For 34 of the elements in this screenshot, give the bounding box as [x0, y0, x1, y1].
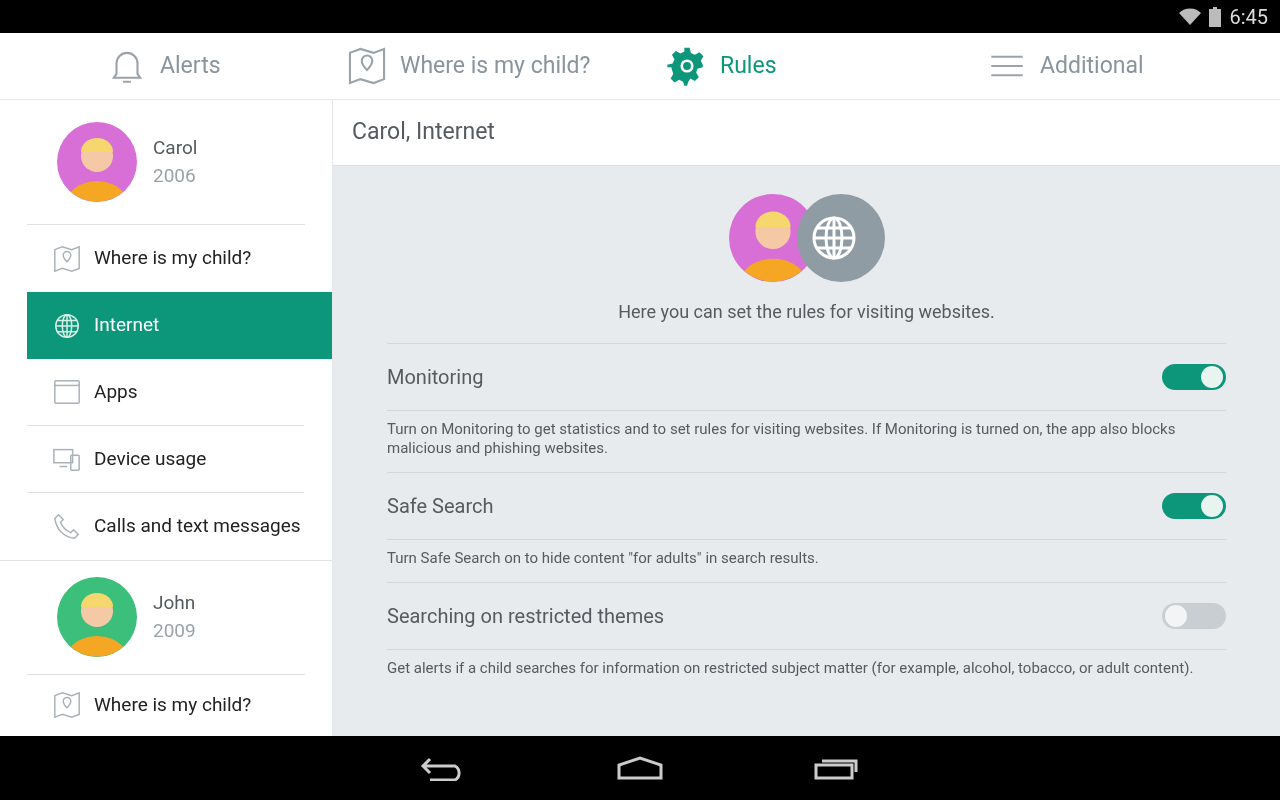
- toggle-switch[interactable]: [1162, 493, 1226, 519]
- battery-icon: [1209, 6, 1222, 27]
- setting-title: Searching on restricted themes: [387, 603, 665, 630]
- setting-description: Get alerts if a child searches for information on restricted subject matter (for example, alcohol, tobacco, or adult content).: [387, 658, 1195, 679]
- avatar-icon: [57, 122, 137, 202]
- avatar-icon: [57, 577, 137, 658]
- sidebar-item[interactable]: Device usage: [27, 426, 304, 493]
- sidebar-item[interactable]: Apps: [27, 359, 304, 426]
- page-title: Carol, Internet: [352, 117, 495, 148]
- toggle-switch[interactable]: [1162, 364, 1226, 390]
- wifi-icon: [1179, 7, 1202, 26]
- setting-title: Safe Search: [387, 493, 494, 520]
- nav-tab[interactable]: Rules: [640, 33, 960, 99]
- child-name: Carol: [153, 134, 198, 161]
- setting-title: Monitoring: [387, 364, 484, 391]
- map-pin-icon: [52, 243, 82, 274]
- sidebar-item[interactable]: Where is my child?: [27, 674, 304, 736]
- map-pin-icon: [346, 45, 388, 87]
- setting-description: Turn on Monitoring to get statistics and to set rules for visiting websites. If Monitoring is turned on, the app also blocks malicious and phishing websites.: [387, 419, 1177, 459]
- window-icon: [52, 377, 82, 407]
- sidebar-item[interactable]: Calls and text messages: [27, 493, 304, 560]
- map-pin-icon: [52, 690, 82, 721]
- child-year: 2009: [153, 618, 196, 645]
- phone-icon: [52, 511, 82, 542]
- child-name: John: [153, 590, 196, 616]
- toggle-switch[interactable]: [1162, 603, 1226, 629]
- sidebar-item[interactable]: Internet: [27, 292, 332, 359]
- setting-description: Turn Safe Search on to hide content "for adults" in search results.: [387, 548, 820, 569]
- child-year: 2006: [153, 163, 197, 189]
- intro-text: Here you can set the rules for visiting websites.: [618, 300, 995, 324]
- clock-time: 6:45: [1229, 3, 1268, 31]
- globe-badge-icon: [796, 194, 885, 282]
- home-icon[interactable]: [616, 756, 664, 780]
- sidebar-item[interactable]: Where is my child?: [27, 225, 304, 292]
